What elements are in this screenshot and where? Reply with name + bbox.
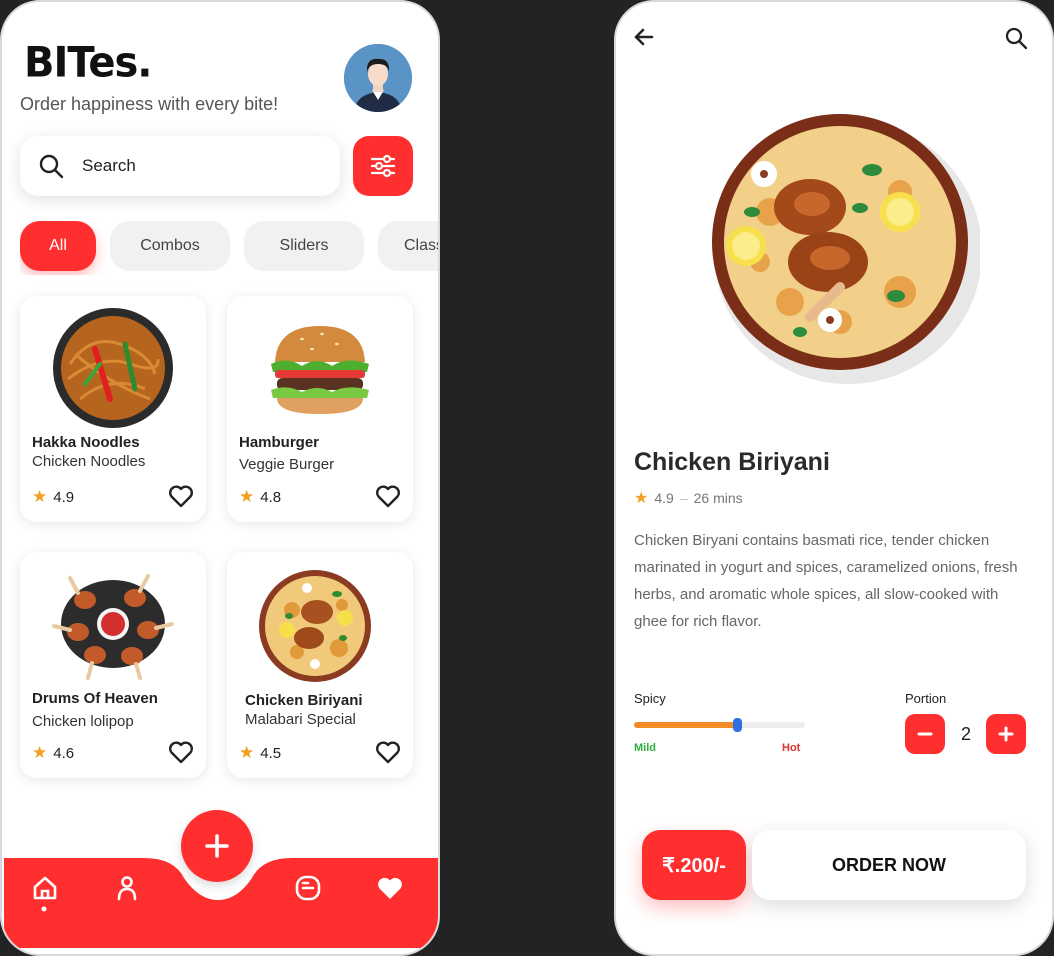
star-icon: ★: [239, 487, 255, 506]
meta-separator: –: [679, 490, 688, 506]
cook-time: 26 mins: [693, 490, 743, 506]
product-title: Hamburger: [239, 434, 320, 451]
avatar[interactable]: [344, 44, 412, 112]
product-title: Drums Of Heaven: [32, 690, 158, 707]
category-tab-sliders[interactable]: Sliders: [244, 221, 364, 271]
rating-value: 4.5: [260, 744, 282, 762]
search-icon[interactable]: [1004, 26, 1028, 50]
decrease-portion-button[interactable]: [905, 714, 945, 754]
heart-icon[interactable]: [168, 739, 194, 765]
product-title: Chicken Biriyani: [245, 692, 363, 709]
category-tab-combos[interactable]: Combos: [110, 221, 230, 271]
home-screen: BITes. Order happiness with every bite! …: [0, 0, 440, 956]
star-icon: ★: [32, 487, 48, 506]
dish-description: Chicken Biryani contains basmati rice, t…: [634, 532, 1018, 630]
category-tab-all[interactable]: All: [20, 221, 96, 271]
star-icon: ★: [239, 743, 255, 762]
plus-icon: [205, 834, 229, 858]
favorites-heart-icon[interactable]: [376, 874, 404, 902]
product-rating: ★ 4.6: [32, 743, 74, 763]
rating-value: 4.9: [654, 490, 674, 506]
minus-icon: [917, 732, 933, 736]
spicy-label: Spicy: [634, 691, 666, 706]
heart-icon[interactable]: [375, 483, 401, 509]
product-rating: ★ 4.9: [32, 487, 74, 507]
product-card[interactable]: Drums Of Heaven Chicken lolipop ★ 4.6: [20, 552, 206, 778]
increase-portion-button[interactable]: [986, 714, 1026, 754]
order-now-button[interactable]: ORDER NOW: [752, 830, 1026, 900]
category-tabs: All Combos Sliders Class: [20, 221, 438, 275]
product-rating: ★ 4.5: [239, 743, 281, 763]
dish-title: Chicken Biriyani: [634, 448, 830, 476]
star-icon: ★: [634, 490, 649, 507]
spicy-min-label: Mild: [634, 742, 656, 754]
rating-value: 4.8: [260, 488, 282, 506]
heart-icon[interactable]: [375, 739, 401, 765]
portion-value: 2: [960, 724, 971, 744]
search-icon: [39, 154, 64, 179]
detail-screen: Chicken Biriyani ★ 4.9 – 26 mins Chicken…: [614, 0, 1054, 956]
tagline: Order happiness with every bite!: [20, 94, 279, 114]
category-tab-classic[interactable]: Class: [378, 221, 438, 271]
rating-value: 4.6: [53, 744, 75, 762]
spicy-max-label: Hot: [782, 742, 801, 754]
filter-button[interactable]: [353, 136, 413, 196]
search-placeholder: Search: [82, 156, 136, 175]
portion-label: Portion: [905, 691, 947, 706]
product-subtitle: Chicken lolipop: [32, 713, 134, 730]
biriyani-hero-image: [712, 114, 980, 384]
product-title: Hakka Noodles: [32, 434, 140, 451]
spicy-slider[interactable]: [634, 718, 805, 732]
burger-image: [271, 326, 369, 414]
back-arrow-icon[interactable]: [632, 26, 654, 48]
product-card[interactable]: Hamburger Veggie Burger ★ 4.8: [227, 296, 413, 522]
dish-meta: ★ 4.9 – 26 mins: [634, 488, 743, 508]
product-card[interactable]: Chicken Biriyani Malabari Special ★ 4.5: [227, 552, 413, 778]
product-subtitle: Veggie Burger: [239, 456, 335, 473]
profile-icon[interactable]: [113, 874, 141, 902]
heart-icon[interactable]: [168, 483, 194, 509]
product-rating: ★ 4.8: [239, 487, 281, 507]
brand-logo: BITes.: [24, 38, 152, 88]
product-subtitle: Malabari Special: [245, 711, 356, 728]
rating-value: 4.9: [53, 488, 75, 506]
filter-icon: [370, 154, 396, 178]
active-indicator: [41, 906, 47, 912]
chat-icon[interactable]: [294, 874, 322, 902]
price-badge: ₹.200/-: [642, 830, 746, 900]
home-icon[interactable]: [31, 874, 59, 902]
avatar-image: [344, 44, 412, 112]
plus-icon: [998, 726, 1014, 742]
biriyani-image: [259, 570, 371, 682]
star-icon: ★: [32, 743, 48, 762]
product-card[interactable]: Hakka Noodles Chicken Noodles ★ 4.9: [20, 296, 206, 522]
search-input[interactable]: Search: [20, 136, 340, 196]
noodles-image: [53, 308, 173, 428]
product-subtitle: Chicken Noodles: [32, 453, 146, 470]
spicy-slider-fill: [634, 722, 737, 728]
add-button[interactable]: [181, 810, 253, 882]
spicy-slider-thumb[interactable]: [732, 718, 742, 732]
chicken-lolipop-image: [52, 574, 174, 680]
